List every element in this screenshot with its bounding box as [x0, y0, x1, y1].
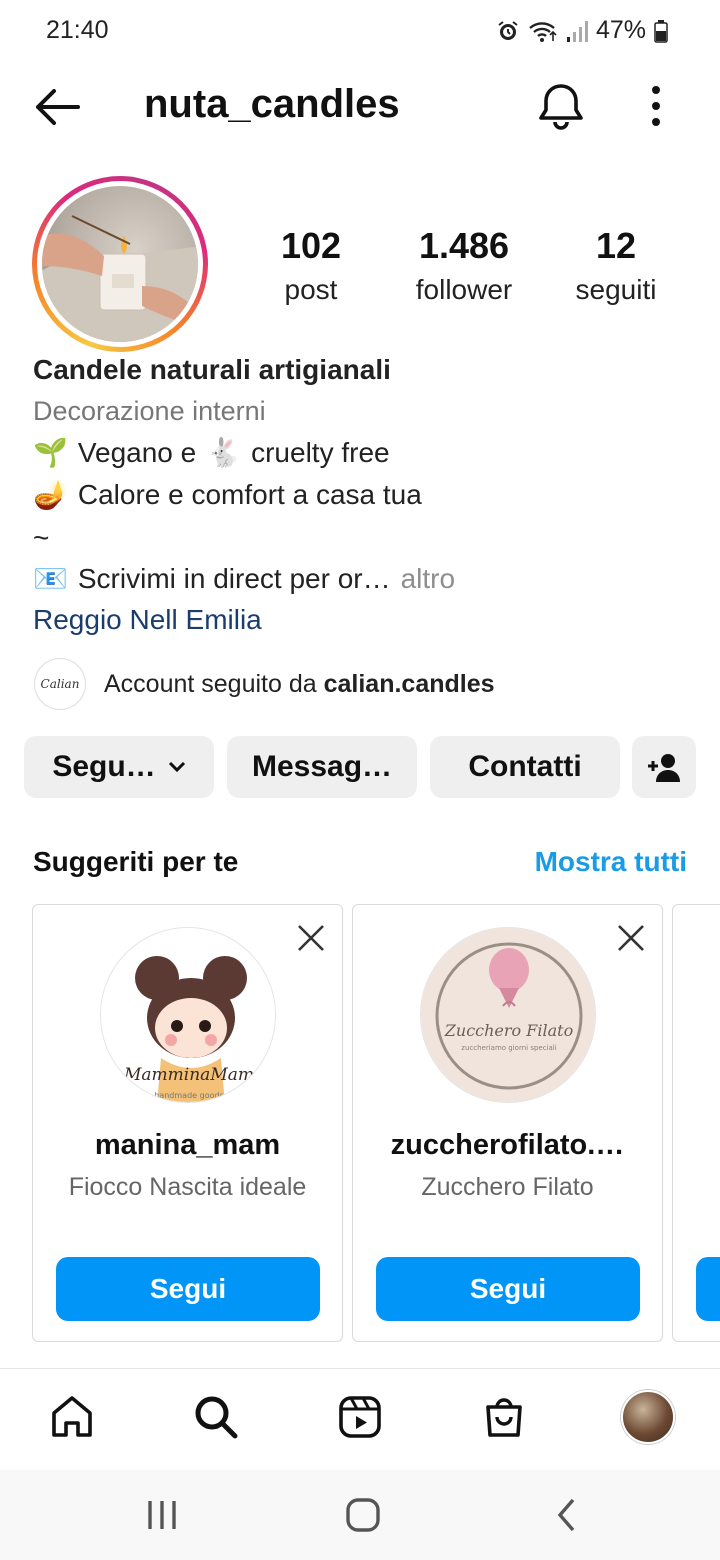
dismiss-suggestion-button[interactable]	[614, 921, 648, 955]
signal-icon	[566, 20, 588, 42]
message-button[interactable]: Messag…	[227, 736, 417, 798]
bio-location-link[interactable]: Reggio Nell Emilia	[33, 604, 262, 636]
android-back-icon	[557, 1498, 575, 1532]
suggestion-follow-button-partial[interactable]	[696, 1257, 720, 1321]
following-button-label: Segu…	[52, 750, 156, 783]
dismiss-suggestion-button[interactable]	[294, 921, 328, 955]
svg-text:MamminaMam: MamminaMam	[123, 1065, 254, 1085]
back-button[interactable]	[30, 84, 84, 130]
wifi-icon	[529, 21, 557, 42]
stat-posts-value: 102	[280, 225, 342, 266]
stat-followers-value: 1.486	[418, 225, 510, 266]
bio-line-direct: 📧 Scrivimi in direct per or… altro	[33, 562, 455, 595]
avatar-border	[37, 181, 203, 347]
suggestion-follow-button[interactable]: Segui	[56, 1257, 320, 1321]
bio-line-vegan: 🌱 Vegano e 🐇 cruelty free	[33, 436, 390, 469]
android-home-button[interactable]	[333, 1492, 393, 1538]
rabbit-emoji: 🐇	[206, 437, 242, 468]
bio-line-vegan-text: Vegano e	[77, 436, 197, 468]
bio-tilde: ~	[33, 522, 50, 553]
recent-apps-icon	[148, 1501, 176, 1529]
shop-icon	[486, 1398, 522, 1437]
android-home-icon	[346, 1498, 380, 1532]
nav-shop-button[interactable]	[476, 1389, 532, 1445]
more-vertical-icon	[652, 86, 660, 126]
battery-percent: 47%	[595, 16, 646, 44]
close-icon	[298, 925, 324, 951]
suggestion-subtitle: Fiocco Nascita ideale	[68, 1173, 307, 1201]
close-icon	[618, 925, 644, 951]
suggestion-follow-button[interactable]: Segui	[376, 1257, 640, 1321]
followed-by-prefix: Account seguito da	[104, 670, 317, 698]
followed-by-account: calian.candles	[323, 670, 495, 698]
profile-username: nuta_candles	[144, 82, 400, 126]
reels-icon	[339, 1396, 381, 1438]
nav-search-button[interactable]	[188, 1389, 244, 1445]
candle-photo-illustration	[42, 215, 198, 342]
add-user-icon	[648, 754, 680, 782]
nav-home-button[interactable]	[44, 1389, 100, 1445]
suggest-users-button[interactable]	[632, 736, 696, 798]
profile-avatar[interactable]	[32, 176, 208, 352]
bell-icon	[539, 84, 583, 130]
nav-profile-button[interactable]	[620, 1389, 676, 1445]
suggestion-card-partial[interactable]	[672, 904, 720, 1342]
profile-avatar-small	[621, 1390, 675, 1444]
show-all-link[interactable]: Mostra tutti	[535, 846, 687, 878]
avatar-photo	[42, 186, 198, 342]
android-navigation-bar	[0, 1470, 720, 1560]
following-dropdown-button[interactable]: Segu…	[24, 736, 214, 798]
svg-text:zuccheriamo giorni speciali: zuccheriamo giorni speciali	[461, 1044, 556, 1052]
svg-text:handmade goods: handmade goods	[154, 1091, 223, 1100]
stat-followers-label: follower	[415, 274, 513, 305]
bottom-navigation	[0, 1368, 720, 1470]
manina-mam-logo: MamminaMam handmade goods	[101, 928, 275, 1102]
bio-line-cruelty-text: cruelty free	[251, 436, 390, 468]
followed-by-avatar[interactable]: Calian	[34, 658, 86, 710]
bio-more-link[interactable]: altro	[401, 563, 455, 595]
bio-line-comfort-text: Calore e comfort a casa tua	[77, 478, 422, 510]
status-icons: 47%	[496, 16, 668, 45]
suggestion-avatar[interactable]: Zucchero Filato zuccheriamo giorni speci…	[420, 927, 596, 1103]
search-icon	[195, 1396, 238, 1439]
back-arrow-icon	[36, 89, 80, 125]
stat-posts[interactable]: 102 post	[236, 224, 386, 312]
recent-apps-button[interactable]	[132, 1492, 192, 1538]
email-emoji: 📧	[33, 563, 68, 594]
suggestion-avatar[interactable]: MamminaMam handmade goods	[100, 927, 276, 1103]
notifications-button[interactable]	[536, 80, 586, 132]
alarm-icon	[498, 20, 518, 40]
bio-line-comfort: 🪔 Calore e comfort a casa tua	[33, 478, 422, 511]
bio-name: Candele naturali artigianali	[33, 354, 391, 385]
bio-line-direct-text: Scrivimi in direct per or…	[77, 562, 391, 594]
battery-icon	[654, 19, 668, 43]
svg-text:Zucchero Filato: Zucchero Filato	[444, 1021, 573, 1040]
android-back-button[interactable]	[536, 1492, 596, 1538]
home-icon	[52, 1396, 92, 1437]
suggestions-title: Suggeriti per te	[33, 846, 239, 877]
zucchero-filato-logo: Zucchero Filato zuccheriamo giorni speci…	[421, 928, 595, 1102]
seedling-emoji: 🌱	[33, 437, 68, 468]
followed-by-text[interactable]: Account seguito da calian.candles	[104, 670, 495, 699]
more-options-button[interactable]	[638, 82, 674, 130]
nav-reels-button[interactable]	[332, 1389, 388, 1445]
suggestion-card[interactable]: Zucchero Filato zuccheriamo giorni speci…	[352, 904, 663, 1342]
bio-category: Decorazione interni	[33, 396, 266, 426]
suggestion-username[interactable]: manina_mam	[33, 1129, 342, 1162]
status-time: 21:40	[46, 16, 109, 44]
stat-followers[interactable]: 1.486 follower	[389, 224, 539, 312]
chevron-down-icon	[168, 761, 185, 773]
stat-following[interactable]: 12 seguiti	[541, 224, 691, 312]
stat-following-label: seguiti	[575, 274, 657, 305]
contacts-button[interactable]: Contatti	[430, 736, 620, 798]
stat-following-value: 12	[595, 225, 637, 266]
suggestion-subtitle: Zucchero Filato	[421, 1173, 594, 1201]
diya-lamp-emoji: 🪔	[33, 479, 68, 510]
suggestion-username[interactable]: zuccherofilato.…	[353, 1129, 662, 1162]
stat-posts-label: post	[284, 274, 338, 305]
suggestion-card[interactable]: MamminaMam handmade goods manina_mam Fio…	[32, 904, 343, 1342]
